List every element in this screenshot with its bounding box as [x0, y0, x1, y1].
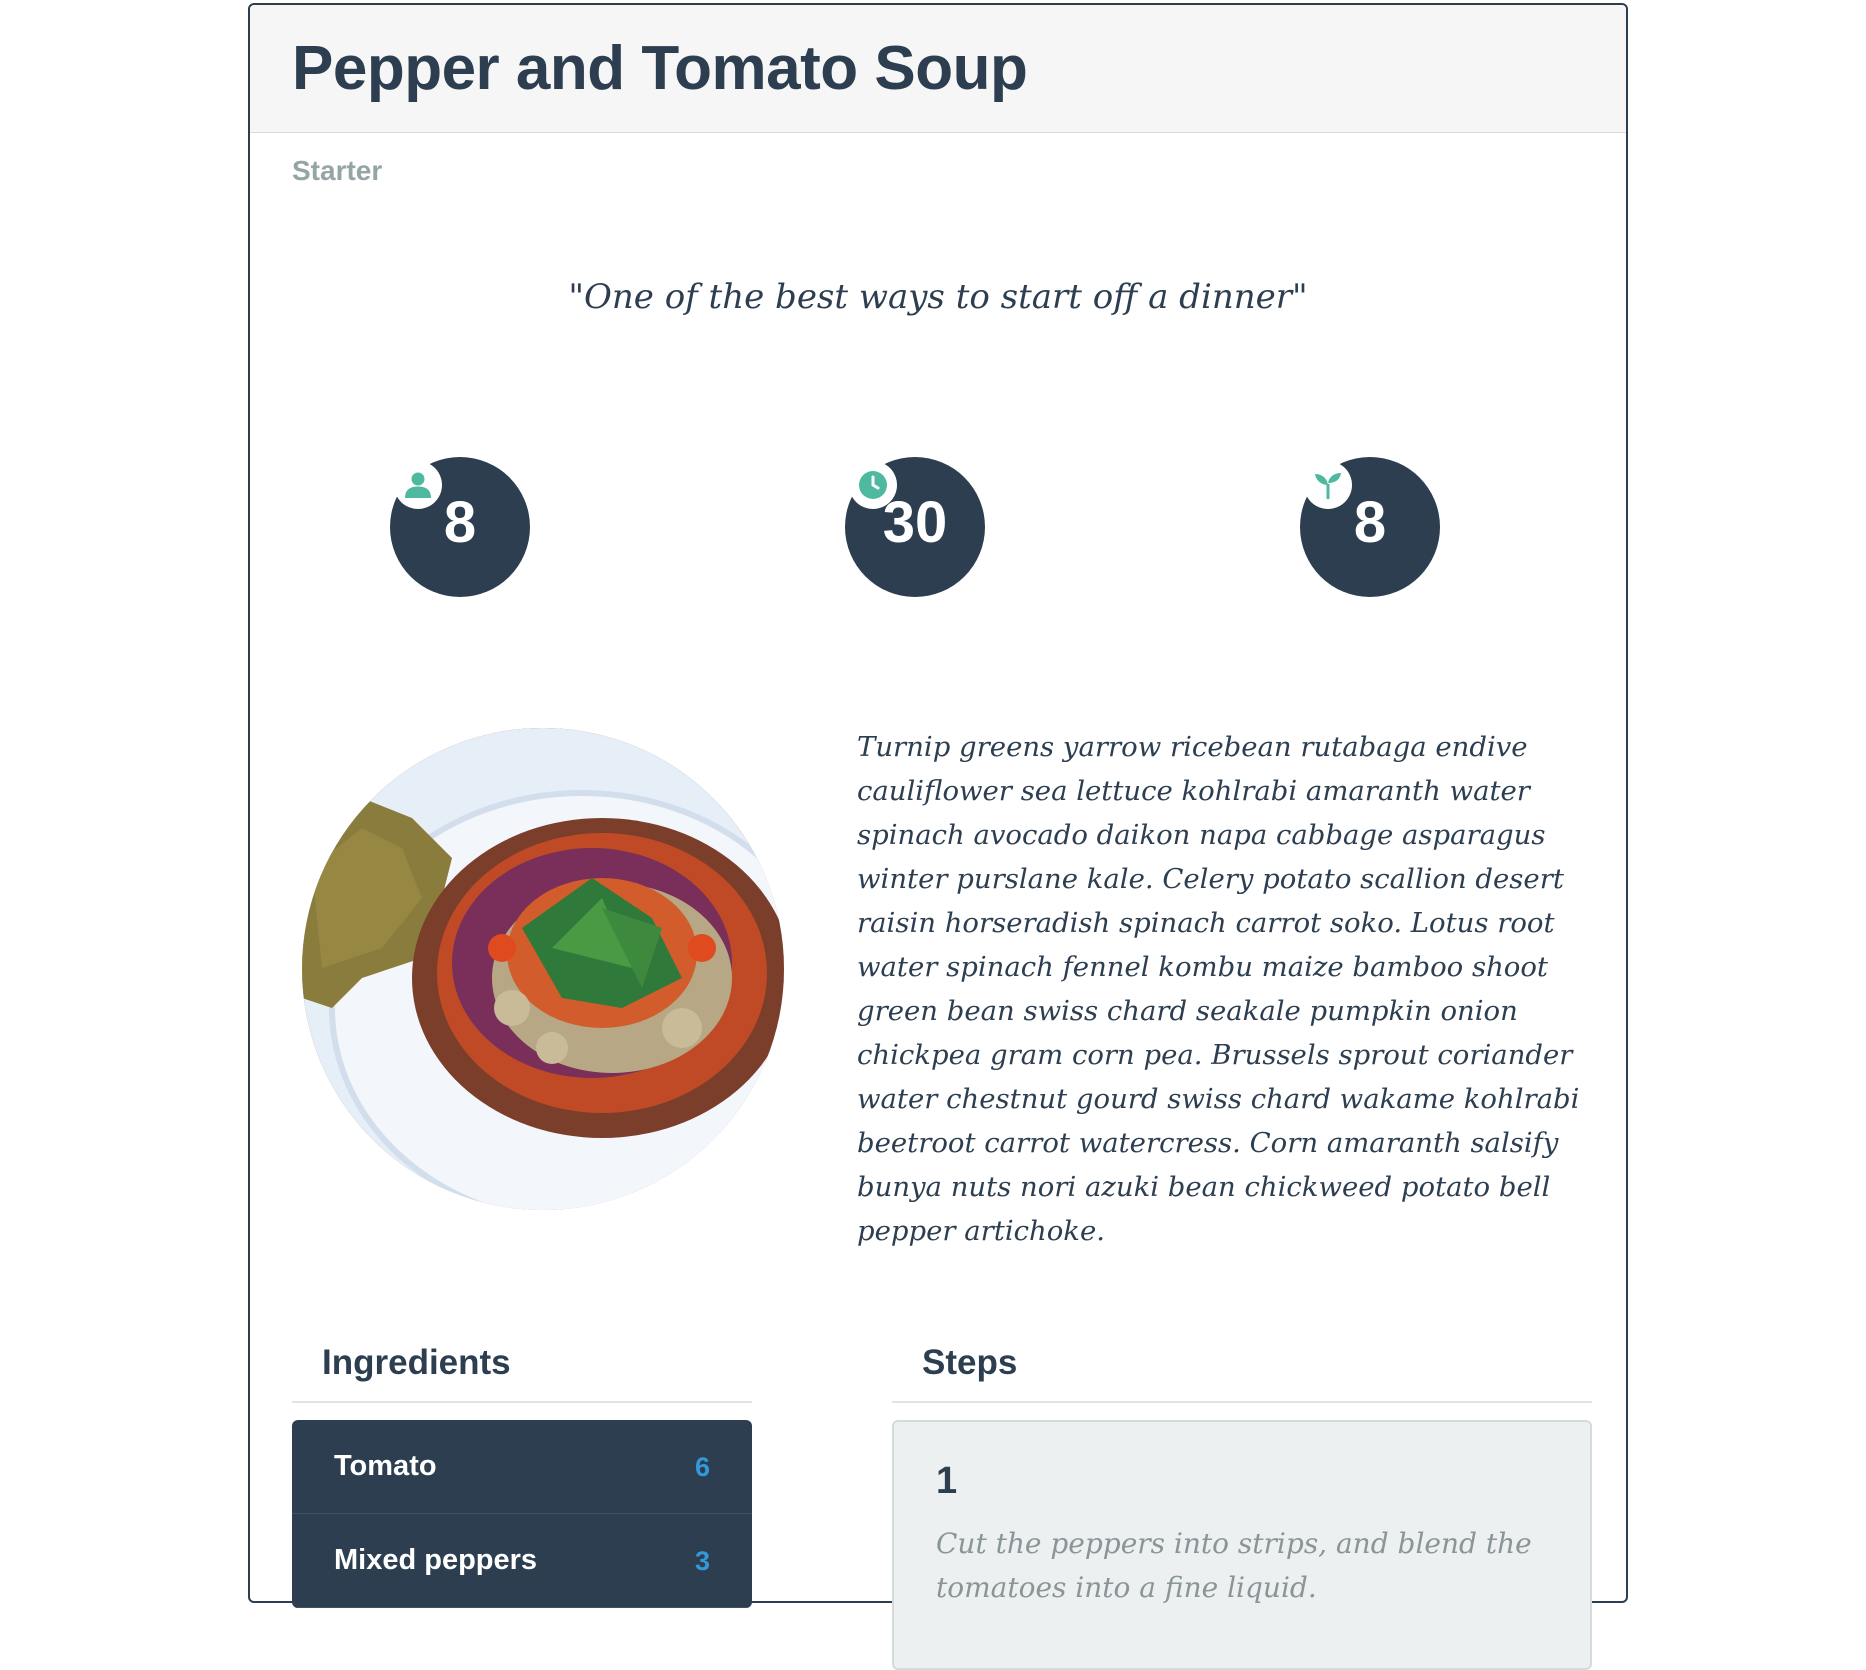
time-stat: 30	[845, 457, 985, 597]
time-value: 30	[882, 490, 948, 555]
ingredient-name: Mixed peppers	[334, 1544, 538, 1576]
ingredients-divider	[292, 1401, 752, 1403]
steps-heading: Steps	[922, 1343, 1018, 1382]
ingredients-heading: Ingredients	[322, 1343, 511, 1382]
servings-value: 8	[443, 490, 477, 555]
ingredient-name: Tomato	[334, 1450, 437, 1482]
recipe-card: Pepper and Tomato Soup Starter "One of t…	[248, 3, 1628, 1670]
steps-divider	[892, 1401, 1592, 1403]
recipe-quote: "One of the best ways to start off a din…	[568, 277, 1308, 317]
ingredient-quantity: 3	[694, 1546, 710, 1576]
sprout-stat: 8	[1300, 457, 1440, 597]
sprout-value: 8	[1353, 490, 1387, 555]
step-number: 1	[936, 1460, 958, 1502]
recipe-header: Pepper and Tomato Soup	[250, 5, 1626, 133]
list-item[interactable]: Tomato 6	[292, 1420, 752, 1514]
step-card: 1 Cut the peppers into strips, and blend…	[892, 1420, 1592, 1670]
servings-stat: 8	[390, 457, 530, 597]
recipe-category: Starter	[292, 155, 383, 186]
recipe-description: Turnip greens yarrow ricebean rutabaga e…	[857, 731, 1580, 1247]
ingredients-list: Tomato 6 Mixed peppers 3	[292, 1420, 752, 1608]
recipe-title: Pepper and Tomato Soup	[292, 34, 1028, 103]
step-text: Cut the peppers into strips, and blend t…	[936, 1527, 1532, 1604]
list-item[interactable]: Mixed peppers 3	[292, 1514, 752, 1608]
ingredient-quantity: 6	[694, 1452, 710, 1482]
dish-image	[302, 728, 784, 1210]
